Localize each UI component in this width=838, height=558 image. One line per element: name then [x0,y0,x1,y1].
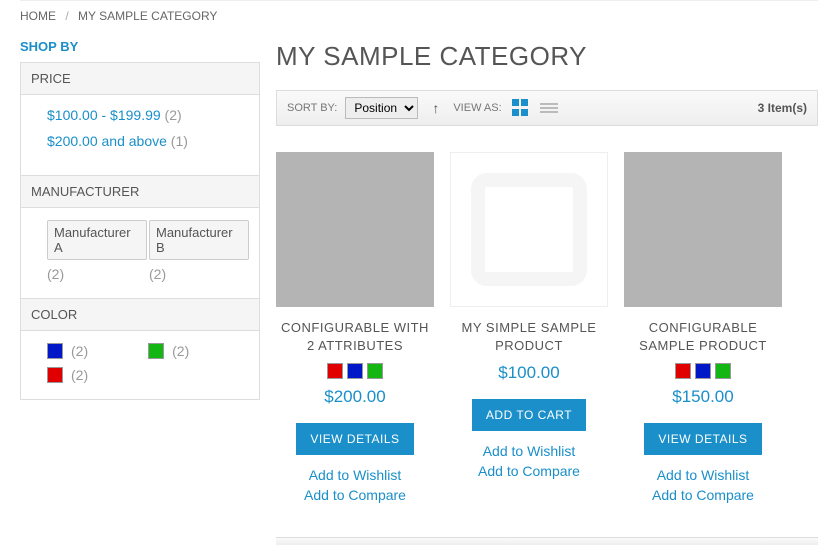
item-count: 3 Item(s) [758,101,807,115]
color-count: (2) [172,343,189,359]
manufacturer-count: (2) [149,266,249,282]
product-name[interactable]: CONFIGURABLE WITH 2 ATTRIBUTES [276,319,434,355]
sidebar-title: SHOP BY [20,39,260,54]
view-list-icon[interactable] [540,103,558,112]
add-to-compare-link[interactable]: Add to Compare [450,463,608,479]
page-title: MY SAMPLE CATEGORY [276,41,818,72]
product-card: CONFIGURABLE WITH 2 ATTRIBUTES $200.00 VIE… [276,152,434,507]
view-as-label: VIEW AS: [453,102,501,114]
product-image[interactable] [450,152,608,307]
filter-header-price: PRICE [21,63,259,95]
breadcrumb-home[interactable]: HOME [20,9,56,23]
price-filter-item[interactable]: $200.00 and above (1) [47,133,249,149]
add-to-wishlist-link[interactable]: Add to Wishlist [450,443,608,459]
swatch-icon[interactable] [695,363,711,379]
color-count: (2) [71,343,88,359]
view-details-button[interactable]: VIEW DETAILS [644,423,761,455]
product-swatches [624,363,782,379]
sidebar: SHOP BY PRICE $100.00 - $199.99 (2) $200… [20,39,260,545]
product-swatches [276,363,434,379]
color-swatch-icon [47,367,63,383]
filter-box: PRICE $100.00 - $199.99 (2) $200.00 and … [20,62,260,400]
swatch-icon[interactable] [715,363,731,379]
breadcrumb-current: MY SAMPLE CATEGORY [78,9,217,23]
breadcrumb-sep: / [65,9,68,23]
main-content: MY SAMPLE CATEGORY SORT BY: Position ↑ V… [276,39,818,545]
product-name[interactable]: MY SIMPLE SAMPLE PRODUCT [450,319,608,355]
product-card: CONFIGURABLE SAMPLE PRODUCT $150.00 VIEW D… [624,152,782,507]
breadcrumb: HOME / MY SAMPLE CATEGORY [20,0,818,31]
toolbar: SORT BY: Position ↑ VIEW AS: 3 Item(s) [276,90,818,126]
product-price: $100.00 [450,363,608,383]
swatch-icon[interactable] [367,363,383,379]
swatch-icon[interactable] [327,363,343,379]
product-links: Add to Wishlist Add to Compare [450,443,608,479]
view-grid-icon[interactable] [512,99,530,117]
product-name[interactable]: CONFIGURABLE SAMPLE PRODUCT [624,319,782,355]
add-to-compare-link[interactable]: Add to Compare [624,487,782,503]
price-filter-item[interactable]: $100.00 - $199.99 (2) [47,107,249,123]
manufacturer-option[interactable]: Manufacturer A [47,220,147,260]
color-filter-item[interactable]: (2) [47,343,88,359]
toolbar-bottom [276,537,818,545]
product-grid: CONFIGURABLE WITH 2 ATTRIBUTES $200.00 VIE… [276,152,818,507]
product-card: MY SIMPLE SAMPLE PRODUCT $100.00 ADD TO CA… [450,152,608,507]
manufacturer-count: (2) [47,266,147,282]
price-label: $200.00 and above [47,133,167,149]
sort-direction-icon[interactable]: ↑ [432,100,439,116]
view-details-button[interactable]: VIEW DETAILS [296,423,413,455]
sort-by-label: SORT BY: [287,102,337,114]
color-filter-item[interactable]: (2) [148,343,189,359]
product-image[interactable] [624,152,782,307]
price-count: (1) [171,133,188,149]
color-count: (2) [71,367,88,383]
price-label: $100.00 - $199.99 [47,107,161,123]
product-image[interactable] [276,152,434,307]
product-links: Add to Wishlist Add to Compare [624,467,782,503]
add-to-wishlist-link[interactable]: Add to Wishlist [276,467,434,483]
price-count: (2) [165,107,182,123]
sort-select[interactable]: Position [345,97,418,119]
product-price: $150.00 [624,387,782,407]
product-price: $200.00 [276,387,434,407]
filter-header-manufacturer: MANUFACTURER [21,175,259,208]
add-to-compare-link[interactable]: Add to Compare [276,487,434,503]
color-filter-item[interactable]: (2) [47,367,88,383]
color-swatch-icon [148,343,164,359]
swatch-icon[interactable] [347,363,363,379]
add-to-cart-button[interactable]: ADD TO CART [472,399,586,431]
filter-header-color: COLOR [21,298,259,331]
color-swatch-icon [47,343,63,359]
manufacturer-option[interactable]: Manufacturer B [149,220,249,260]
swatch-icon[interactable] [675,363,691,379]
add-to-wishlist-link[interactable]: Add to Wishlist [624,467,782,483]
product-links: Add to Wishlist Add to Compare [276,467,434,503]
